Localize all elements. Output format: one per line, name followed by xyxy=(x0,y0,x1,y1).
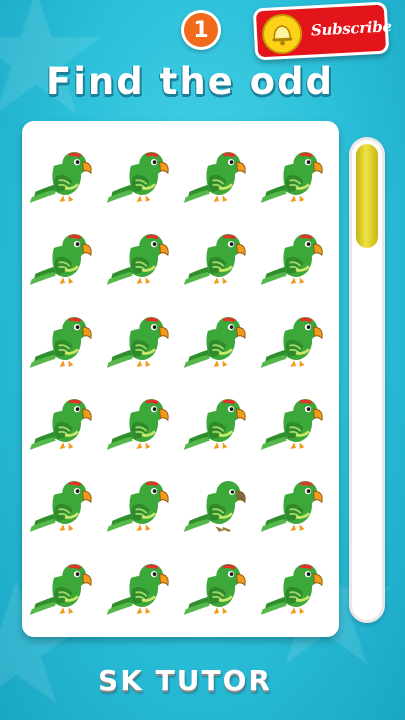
puzzle-panel xyxy=(22,121,339,637)
parrot-icon xyxy=(106,563,169,615)
parrot-cell[interactable] xyxy=(103,217,180,299)
odd-parrot-icon xyxy=(183,481,246,533)
parrot-icon xyxy=(106,234,169,286)
parrot-icon xyxy=(106,399,169,450)
parrot-cell[interactable] xyxy=(26,135,103,217)
parrot-icon xyxy=(261,316,324,368)
parrot-cell[interactable] xyxy=(26,300,103,382)
parrot-icon xyxy=(29,563,92,615)
subscribe-label: Subscribe xyxy=(310,17,393,40)
parrot-icon xyxy=(29,316,92,368)
bell-icon xyxy=(262,14,303,55)
subscribe-button[interactable]: Subscribe xyxy=(252,1,393,61)
parrot-icon xyxy=(261,481,324,533)
brand-label: SK TUTOR xyxy=(98,664,272,697)
parrot-icon xyxy=(183,152,246,203)
parrot-icon xyxy=(29,399,92,450)
parrot-icon xyxy=(183,399,246,450)
timer-bar xyxy=(349,137,385,623)
parrot-grid xyxy=(22,121,339,637)
parrot-cell[interactable] xyxy=(258,217,335,299)
level-badge: 1 xyxy=(181,10,221,50)
parrot-cell[interactable] xyxy=(258,547,335,629)
parrot-icon xyxy=(261,563,324,615)
parrot-cell[interactable] xyxy=(26,547,103,629)
parrot-icon xyxy=(29,152,92,203)
parrot-cell[interactable] xyxy=(26,382,103,464)
parrot-cell[interactable] xyxy=(103,300,180,382)
parrot-cell[interactable] xyxy=(181,547,258,629)
parrot-cell[interactable] xyxy=(26,217,103,299)
parrot-icon xyxy=(106,481,169,533)
parrot-cell[interactable] xyxy=(181,382,258,464)
parrot-cell[interactable] xyxy=(181,135,258,217)
parrot-cell[interactable] xyxy=(103,547,180,629)
parrot-cell[interactable] xyxy=(103,464,180,546)
parrot-cell[interactable] xyxy=(181,217,258,299)
parrot-icon xyxy=(261,399,324,450)
parrot-icon xyxy=(29,234,92,286)
parrot-icon xyxy=(183,563,246,615)
parrot-icon xyxy=(261,152,324,203)
parrot-cell[interactable] xyxy=(258,382,335,464)
parrot-icon xyxy=(261,234,324,286)
parrot-icon xyxy=(29,481,92,533)
parrot-cell[interactable] xyxy=(181,300,258,382)
parrot-cell[interactable] xyxy=(103,382,180,464)
parrot-icon xyxy=(183,316,246,368)
parrot-icon xyxy=(106,316,169,368)
timer-fill xyxy=(356,144,378,248)
parrot-cell[interactable] xyxy=(258,300,335,382)
page-title: Find the odd xyxy=(45,60,335,103)
parrot-cell[interactable] xyxy=(103,135,180,217)
parrot-cell[interactable] xyxy=(181,464,258,546)
parrot-cell[interactable] xyxy=(26,464,103,546)
parrot-cell[interactable] xyxy=(258,464,335,546)
parrot-cell[interactable] xyxy=(258,135,335,217)
parrot-icon xyxy=(106,152,169,203)
parrot-icon xyxy=(183,234,246,286)
